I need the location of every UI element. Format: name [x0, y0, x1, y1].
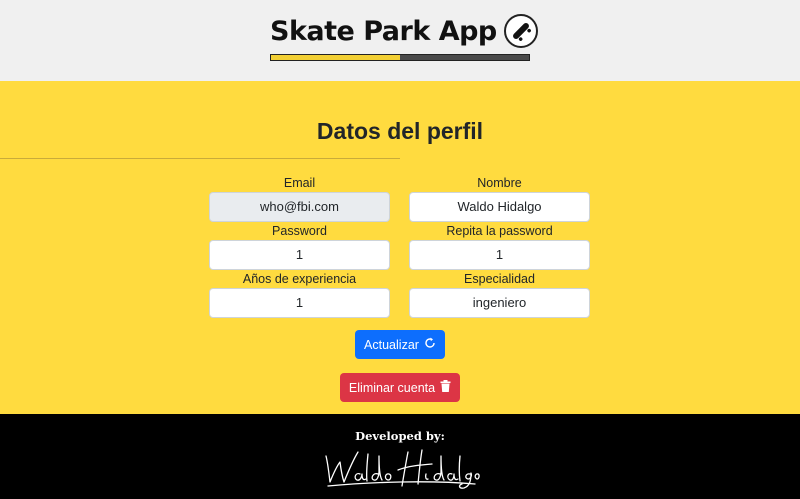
trash-icon [440, 380, 451, 395]
repeat-password-label: Repita la password [446, 224, 553, 238]
specialty-label: Especialidad [464, 272, 535, 286]
skateboard-icon [503, 14, 538, 48]
delete-account-button[interactable]: Eliminar cuenta [340, 373, 460, 402]
repeat-password-input[interactable]: 1 [409, 240, 590, 270]
nombre-field-group: Nombre Waldo Hidalgo [409, 174, 590, 222]
specialty-field-group: Especialidad ingeniero [409, 270, 590, 318]
title-row: Skate Park App [270, 12, 538, 50]
nombre-label: Nombre [477, 176, 522, 190]
experience-field-group: Años de experiencia 1 [209, 270, 390, 318]
divider [0, 158, 400, 159]
developed-by-label: Developed by: [355, 429, 445, 443]
email-field-group: Email who@fbi.com [209, 174, 390, 222]
progress-bar [270, 54, 530, 61]
experience-label: Años de experiencia [242, 272, 357, 286]
header: Skate Park App [0, 0, 800, 81]
progress-fill [271, 55, 400, 60]
app-title: Skate Park App [270, 15, 497, 47]
delete-button-label: Eliminar cuenta [348, 380, 436, 395]
email-label: Email [283, 176, 316, 190]
update-button[interactable]: Actualizar [355, 330, 445, 359]
password-field-group: Password 1 [209, 222, 390, 270]
password-input[interactable]: 1 [209, 240, 390, 270]
specialty-input[interactable]: ingeniero [409, 288, 590, 318]
nombre-input[interactable]: Waldo Hidalgo [409, 192, 590, 222]
signature-image [325, 449, 480, 489]
experience-input[interactable]: 1 [209, 288, 390, 318]
repeat-password-field-group: Repita la password 1 [409, 222, 590, 270]
refresh-icon [424, 337, 436, 352]
footer: Developed by: [0, 414, 800, 499]
update-button-label: Actualizar [364, 337, 419, 352]
email-input: who@fbi.com [209, 192, 390, 222]
page-title: Datos del perfil [316, 118, 484, 144]
profile-section: Datos del perfil Email who@fbi.com Nombr… [0, 81, 800, 414]
password-label: Password [272, 224, 327, 238]
